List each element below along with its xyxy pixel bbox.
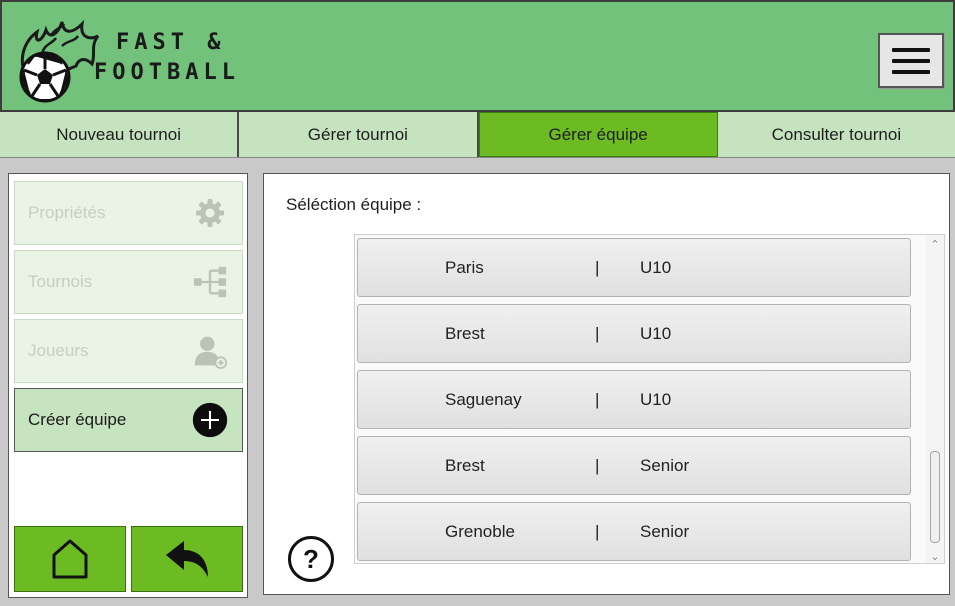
brand-name: FAST & FOOTBALL	[94, 28, 240, 88]
vertical-scrollbar[interactable]: ⌃ ⌄	[926, 235, 944, 563]
scroll-up-arrow-icon[interactable]: ⌃	[926, 236, 944, 252]
separator: |	[595, 456, 600, 475]
team-category: U10	[640, 390, 672, 409]
sidebar-item-joueurs: Joueurs	[14, 319, 243, 383]
tab-nouveau-tournoi[interactable]: Nouveau tournoi	[0, 112, 240, 157]
tab-gerer-tournoi[interactable]: Gérer tournoi	[239, 112, 479, 157]
hamburger-menu-icon	[892, 47, 930, 52]
team-row[interactable]: Brest | U10	[357, 304, 911, 363]
tab-consulter-tournoi[interactable]: Consulter tournoi	[717, 112, 955, 157]
sidebar-item-label: Créer équipe	[28, 410, 127, 429]
sidebar-item-tournois: Tournois	[14, 250, 243, 314]
tab-gerer-equipe[interactable]: Gérer équipe	[478, 112, 718, 157]
brand-line-1: FAST &	[116, 30, 226, 55]
team-row[interactable]: Paris | U10	[357, 238, 911, 297]
scrollbar-thumb[interactable]	[930, 451, 940, 543]
team-city: Brest	[445, 324, 485, 343]
back-arrow-icon	[166, 541, 208, 577]
sidebar: Propriétés Tournois Joueurs Créer équipe	[8, 173, 248, 598]
hamburger-line	[892, 58, 930, 63]
hamburger-menu-button[interactable]	[878, 33, 944, 88]
team-city: Grenoble	[445, 522, 515, 541]
sidebar-item-label: Joueurs	[28, 341, 89, 360]
brand-line-2: FOOTBALL	[94, 60, 240, 85]
selection-label: Séléction équipe :	[286, 195, 422, 214]
bracket-tree-icon	[192, 264, 228, 300]
sidebar-item-label: Propriétés	[28, 203, 106, 222]
team-city: Saguenay	[445, 390, 522, 409]
separator: |	[595, 258, 600, 277]
gear-icon	[192, 195, 228, 231]
team-city: Brest	[445, 456, 485, 475]
sidebar-item-label: Tournois	[28, 272, 93, 291]
team-city: Paris	[445, 258, 484, 277]
sidebar-item-proprietes: Propriétés	[14, 181, 243, 245]
main-tabs: Nouveau tournoi Gérer tournoi Gérer équi…	[0, 112, 955, 158]
team-category: Senior	[640, 522, 690, 541]
team-category: U10	[640, 324, 672, 343]
scroll-down-arrow-icon[interactable]: ⌄	[926, 548, 944, 563]
team-row[interactable]: Brest | Senior	[357, 436, 911, 495]
hamburger-line	[892, 69, 930, 74]
back-button[interactable]	[131, 526, 243, 592]
home-icon	[52, 539, 88, 579]
help-button[interactable]: ?	[288, 536, 334, 582]
team-row[interactable]: Saguenay | U10	[357, 370, 911, 429]
sidebar-item-creer-equipe[interactable]: Créer équipe	[14, 388, 243, 452]
separator: |	[595, 522, 600, 541]
app-header: FAST & FOOTBALL	[0, 0, 955, 112]
team-row[interactable]: Grenoble | Senior	[357, 502, 911, 561]
plus-circle-icon	[192, 402, 228, 438]
separator: |	[595, 324, 600, 343]
separator: |	[595, 390, 600, 409]
team-category: U10	[640, 258, 672, 277]
home-button[interactable]	[14, 526, 126, 592]
team-list[interactable]: Paris | U10 Brest | U10 Saguenay | U10 B…	[354, 234, 945, 564]
team-selection-panel: Séléction équipe : Paris | U10 Brest | U…	[263, 173, 950, 595]
team-category: Senior	[640, 456, 690, 475]
flaming-soccer-ball-icon	[19, 19, 100, 103]
add-user-icon	[192, 333, 228, 369]
